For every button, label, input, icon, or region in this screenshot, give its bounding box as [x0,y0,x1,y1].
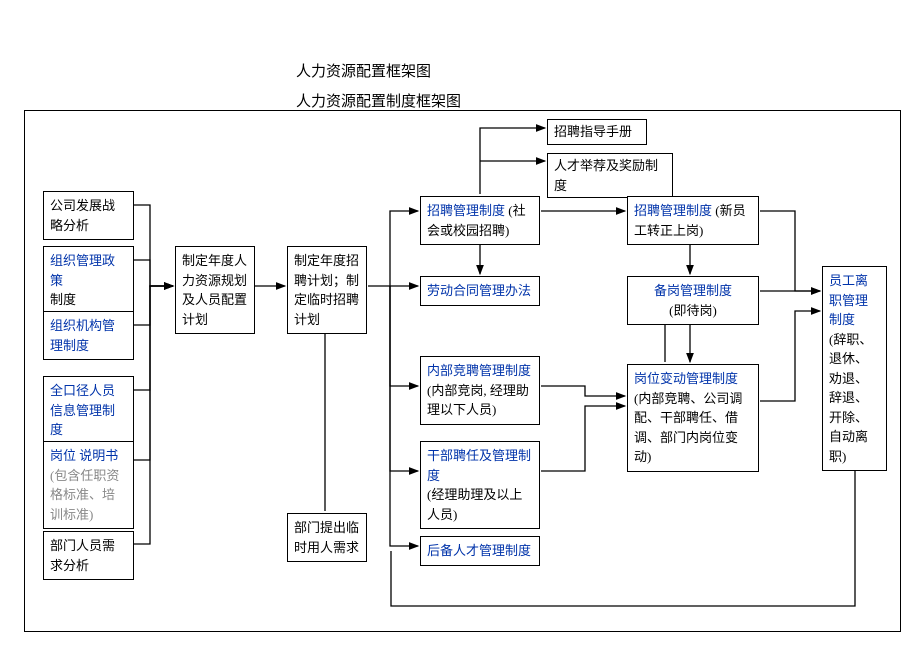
text-position-note: (内部竞聘、公司调配、干部聘任、借调、部门内岗位变动) [634,391,742,465]
box-recruit-guide: 招聘指导手册 [547,119,647,145]
link-standby[interactable]: 备岗管理制度 [654,283,732,298]
link-job-description[interactable]: 岗位 说明书 [50,448,118,463]
link-org-structure[interactable]: 组织机构管理制度 [50,318,115,353]
text-standby-note: (即待岗) [669,303,717,318]
box-resignation: 员工离职管理制度 (辞职、退休、劝退、辞退、 开除、自动离职) [822,266,887,471]
diagram-frame: 公司发展战略分析 组织管理政策 制度 组织机构管理制度 全口径人员信息管理制度 … [24,110,901,632]
link-org-policy[interactable]: 组织管理政策 [50,253,115,288]
text-suffix: 制度 [50,292,76,307]
box-recruit-mgmt-new: 招聘管理制度 (新员工转正上岗) [627,196,759,245]
box-referral-reward: 人才举荐及奖励制度 [547,153,673,198]
box-labor-contract: 劳动合同管理办法 [420,276,540,306]
box-recruit-plan: 制定年度招聘计划；制定临时招聘计划 [287,246,367,334]
link-personnel-info[interactable]: 全口径人员信息管理制度 [50,383,115,437]
box-dept-demand: 部门人员需求分析 [43,531,134,580]
link-recruit-mgmt[interactable]: 招聘管理制度 [427,203,505,218]
text-cadre-note: (经理助理及以上人员) [427,487,522,522]
link-position-change[interactable]: 岗位变动管理制度 [634,371,738,386]
text-internal-note: (内部竞岗, 经理助理以下人员) [427,383,529,418]
box-recruit-mgmt-social: 招聘管理制度 (社会或校园招聘) [420,196,540,245]
link-resignation[interactable]: 员工离职管理制度 [829,273,868,327]
box-annual-plan: 制定年度人力资源规划及人员配置计划 [175,246,255,334]
box-personnel-info: 全口径人员信息管理制度 [43,376,134,445]
box-reserve-talent: 后备人才管理制度 [420,536,540,566]
box-internal-compete: 内部竞聘管理制度 (内部竞岗, 经理助理以下人员) [420,356,540,425]
link-labor-contract[interactable]: 劳动合同管理办法 [427,283,531,298]
link-cadre-appoint[interactable]: 干部聘任及管理制度 [427,448,531,483]
link-internal-compete[interactable]: 内部竞聘管理制度 [427,363,531,378]
box-position-change: 岗位变动管理制度 (内部竞聘、公司调配、干部聘任、借调、部门内岗位变动) [627,364,759,472]
link-recruit-mgmt-new[interactable]: 招聘管理制度 [634,203,712,218]
text-resign-note: (辞职、退休、劝退、辞退、 开除、自动离职) [829,332,872,464]
box-temp-demand: 部门提出临时用人需求 [287,513,367,562]
box-standby: 备岗管理制度 (即待岗) [627,276,759,325]
link-reserve-talent[interactable]: 后备人才管理制度 [427,543,531,558]
box-org-structure: 组织机构管理制度 [43,311,134,360]
box-org-policy: 组织管理政策 制度 [43,246,134,315]
box-job-description: 岗位 说明书 (包含任职资格标准、培训标准) [43,441,134,529]
title-1: 人力资源配置框架图 [296,60,431,81]
text-job-desc-note: (包含任职资格标准、培训标准) [50,468,119,522]
box-strategy-analysis: 公司发展战略分析 [43,191,134,240]
text-referral-reward: 人才举荐及奖励制度 [554,158,658,193]
title-2: 人力资源配置制度框架图 [296,90,461,111]
box-cadre-appoint: 干部聘任及管理制度 (经理助理及以上人员) [420,441,540,529]
text-recruit-guide: 招聘指导手册 [554,124,632,139]
